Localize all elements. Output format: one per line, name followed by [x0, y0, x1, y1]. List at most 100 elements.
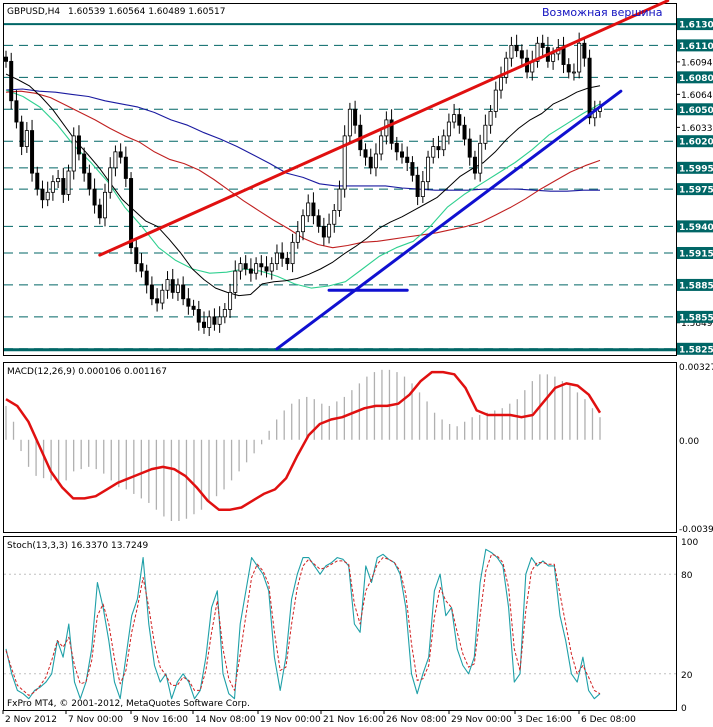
- candle-body: [149, 284, 154, 300]
- candle-body: [509, 44, 514, 59]
- candle-body: [217, 316, 222, 325]
- possible-top-annotation: Возможная вершина: [542, 6, 663, 19]
- candle-body: [467, 138, 472, 158]
- time-tick-label: 14 Nov 08:00: [195, 715, 256, 725]
- candle-body: [295, 231, 300, 243]
- candle-body: [56, 178, 61, 183]
- candle-body: [472, 156, 477, 174]
- price-tick-label: 1.60945: [681, 58, 713, 68]
- stoch-tick-label: 0: [681, 704, 687, 714]
- candle-body: [415, 174, 420, 197]
- candle-body: [483, 124, 488, 144]
- candle-body: [446, 121, 451, 137]
- gbpusd-chart: 1.61300 1.61100 1.60945 1.60800 1.60640 1.605…: [0, 0, 713, 727]
- candle-body: [462, 124, 467, 140]
- price-level-label: 1.59950: [679, 164, 713, 174]
- price-level-label: 1.59750: [679, 186, 713, 196]
- candle-body: [248, 268, 253, 274]
- symbol-label: GBPUSD,H4: [7, 7, 60, 17]
- candle-body: [155, 298, 160, 304]
- candle-body: [113, 151, 118, 169]
- candle-body: [436, 146, 441, 151]
- candle-body: [243, 263, 248, 270]
- candle-body: [399, 151, 404, 158]
- candle-body: [4, 56, 9, 62]
- price-tick-label: 1.60330: [681, 124, 713, 134]
- candle-body: [337, 188, 342, 211]
- price-level-label: 1.58850: [679, 281, 713, 291]
- candle-body: [35, 172, 40, 190]
- stoch-tick-label: 80: [681, 571, 693, 581]
- candle-body: [71, 135, 76, 172]
- macd-title: MACD(12,26,9) 0.000106 0.001167: [7, 367, 167, 377]
- candle-body: [238, 263, 243, 272]
- time-tick-label: 21 Nov 16:00: [323, 715, 384, 725]
- macd-tick-label: -0.00391: [679, 525, 713, 535]
- candle-body: [394, 142, 399, 153]
- candle-body: [280, 252, 285, 259]
- candle-body: [311, 202, 316, 217]
- candle-body: [426, 156, 431, 183]
- price-tick-label: 1.60640: [681, 91, 713, 101]
- candle-body: [61, 178, 66, 195]
- candle-body: [254, 263, 259, 274]
- price-level-label: 1.60800: [679, 74, 713, 84]
- candle-body: [123, 156, 128, 179]
- candle-body: [139, 263, 144, 272]
- candle-body: [353, 108, 358, 126]
- candle-body: [363, 149, 368, 158]
- candle-body: [306, 202, 311, 217]
- candle-body: [373, 153, 378, 169]
- candle-body: [191, 305, 196, 310]
- candle-body: [332, 210, 337, 225]
- candle-body: [92, 188, 97, 206]
- candle-body: [228, 291, 233, 310]
- price-level-label: 1.61300: [679, 21, 713, 31]
- candle-body: [76, 135, 81, 155]
- stoch-tick-label: 20: [681, 671, 693, 681]
- time-tick-label: 3 Dec 16:00: [517, 715, 572, 725]
- time-tick-label: 9 Nov 16:00: [133, 715, 188, 725]
- candle-body: [196, 309, 201, 323]
- candle-body: [410, 162, 415, 176]
- ohlc-values: 1.60539 1.60564 1.60489 1.60517: [68, 7, 225, 17]
- price-level-label: 1.59150: [679, 249, 713, 259]
- candle-body: [45, 191, 50, 201]
- candle-body: [420, 181, 425, 197]
- candle-body: [186, 298, 191, 307]
- candle-body: [103, 191, 108, 219]
- candle-body: [40, 188, 45, 201]
- candle-body: [347, 108, 352, 137]
- candle-body: [201, 321, 206, 328]
- candle-body: [87, 172, 92, 190]
- candle-body: [97, 204, 102, 219]
- candle-body: [108, 167, 113, 193]
- candle-body: [514, 44, 519, 52]
- candle-body: [207, 316, 212, 328]
- copyright-footer: FxPro MT4, © 2001-2012, MetaQuotes Softw…: [7, 699, 250, 709]
- candle-body: [571, 71, 576, 74]
- candle-body: [19, 121, 24, 147]
- candle-body: [30, 130, 35, 174]
- candle-body: [519, 50, 524, 59]
- time-tick-label: 26 Nov 08:00: [386, 715, 447, 725]
- candle-body: [24, 130, 29, 147]
- candle-body: [129, 178, 134, 249]
- candle-body: [269, 263, 274, 272]
- candle-body: [233, 270, 238, 293]
- candle-body: [160, 289, 165, 304]
- candle-body: [259, 263, 264, 268]
- candle-body: [82, 153, 87, 174]
- candle-body: [488, 110, 493, 126]
- candle-body: [368, 156, 373, 169]
- candle-body: [175, 284, 180, 293]
- macd-tick-label: 0.00327: [679, 363, 713, 373]
- time-tick-label: 6 Dec 08:00: [581, 715, 636, 725]
- price-level-label: 1.59400: [679, 223, 713, 233]
- candle-body: [441, 135, 446, 151]
- candle-body: [118, 151, 123, 158]
- stoch-title: Stoch(13,3,3) 16.3370 13.7249: [7, 541, 148, 551]
- time-tick-label: 19 Nov 00:00: [260, 715, 321, 725]
- candle-body: [300, 215, 305, 233]
- time-tick-label: 2 Nov 2012: [5, 715, 57, 725]
